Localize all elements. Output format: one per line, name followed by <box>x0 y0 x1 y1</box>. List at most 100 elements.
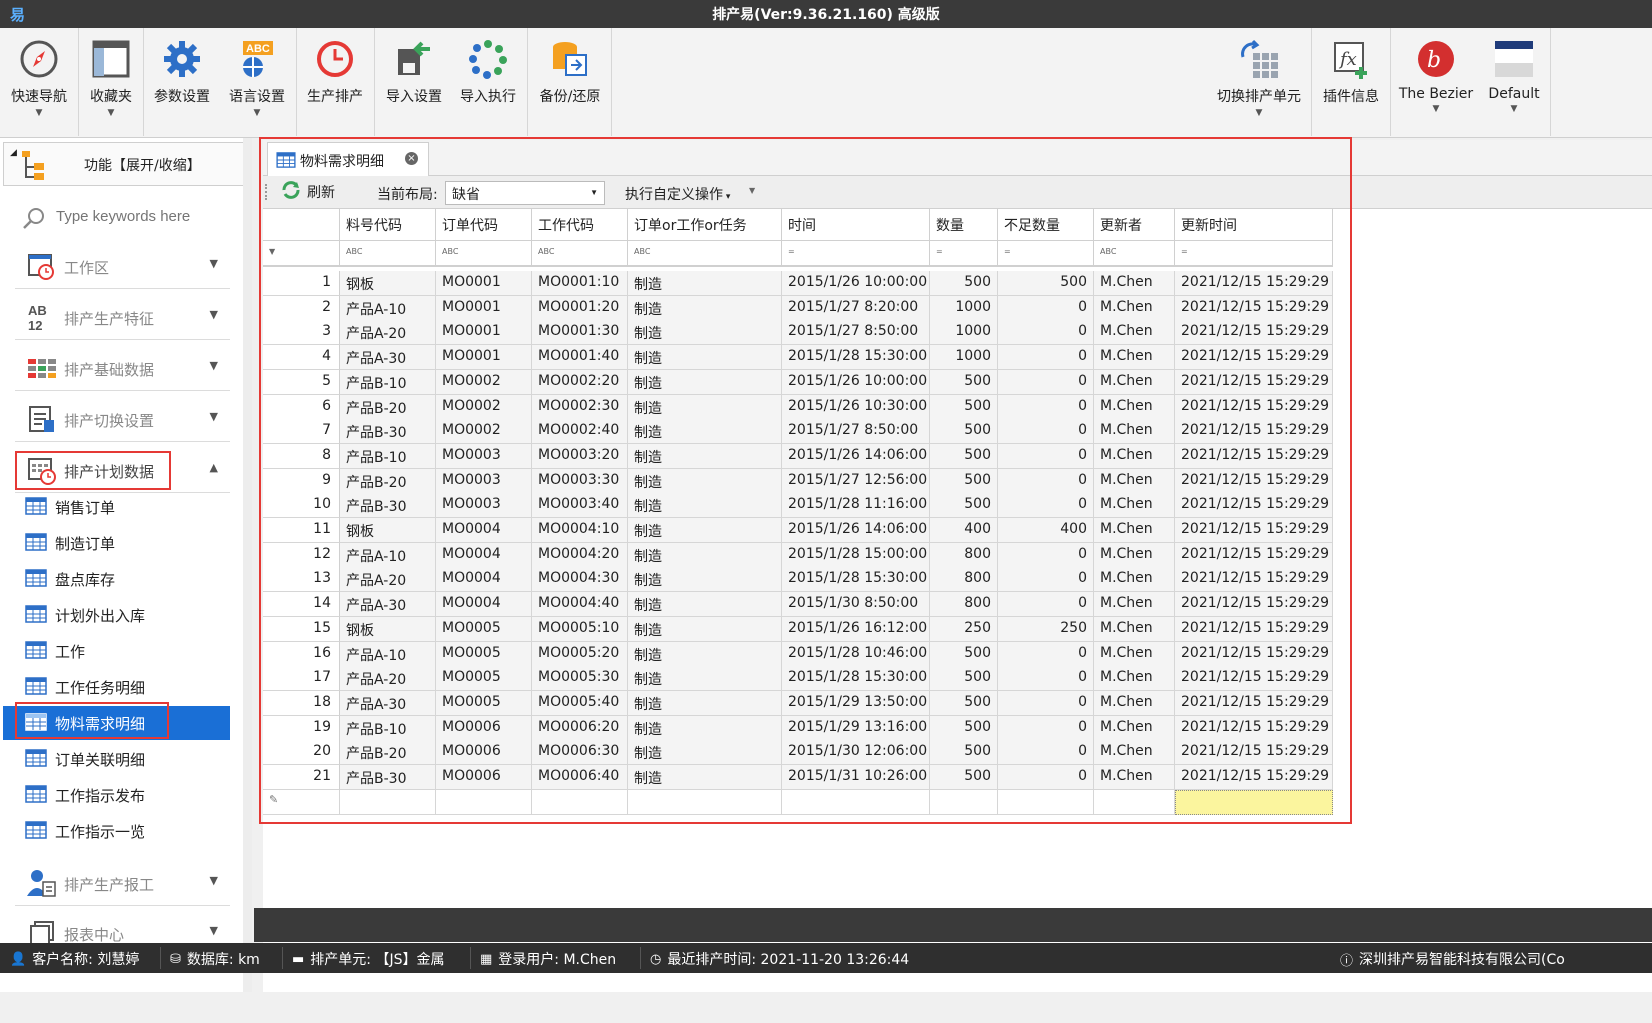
chevron-down-icon: ▼ <box>1255 108 1263 118</box>
search-input[interactable] <box>56 204 236 228</box>
table-icon <box>25 677 47 695</box>
chevron-down-icon: ▼ <box>35 108 43 118</box>
table-icon <box>25 533 47 551</box>
sidebar-item-sales-orders[interactable]: 销售订单 <box>15 490 230 524</box>
table-icon <box>25 713 47 731</box>
sidebar-item-work[interactable]: 工作 <box>15 634 230 668</box>
chevron-down-icon: ▼ <box>107 108 115 118</box>
chevron-down-icon: ▼ <box>253 108 261 118</box>
chevron-down-icon: ▼ <box>209 257 218 270</box>
search-icon <box>22 206 46 234</box>
sidebar-item-work-task-detail[interactable]: 工作任务明细 <box>15 670 230 704</box>
title-bar: 易 排产易(Ver:9.36.21.160) 高级版 <box>0 0 1652 28</box>
sidebar-item-manufacturing-orders[interactable]: 制造订单 <box>15 526 230 560</box>
status-last-schedule: ◷ 最近排产时间: 2021-11-20 13:26:44 <box>650 951 910 969</box>
sidebar-item-unplanned-stock[interactable]: 计划外出入库 <box>15 598 230 632</box>
switch-grid-icon <box>1236 36 1282 82</box>
sidebar-section-production-report[interactable]: 排产生产报工 ▼ <box>15 860 230 906</box>
clipboard-list-icon <box>27 404 57 434</box>
sidebar-item-order-relations[interactable]: 订单关联明细 <box>15 742 230 776</box>
chevron-down-icon: ▼ <box>1432 104 1440 114</box>
sidebar-item-inventory[interactable]: 盘点库存 <box>15 562 230 596</box>
clock-icon: ◷ <box>650 951 662 967</box>
table-icon <box>25 749 47 767</box>
workspace-icon <box>27 251 57 281</box>
grid-user-icon: ▦ <box>480 951 493 967</box>
database-icon: ⛁ <box>170 951 181 967</box>
function-sidebar: ◢ 功能【展开/收缩】 工作区 ▼ AB12 排产生产特征 ▼ 排产基础数据 ▼… <box>0 138 252 992</box>
table-icon <box>25 821 47 839</box>
svg-text:b: b <box>1427 48 1441 73</box>
window-title: 排产易(Ver:9.36.21.160) 高级版 <box>712 7 940 23</box>
chevron-down-icon: ▼ <box>209 308 218 321</box>
theme-swatch-icon <box>1491 36 1537 82</box>
chevron-down-icon: ▼ <box>209 359 218 372</box>
language-abc-icon: ABC <box>234 36 280 82</box>
ribbon: 快速导航 ▼ 收藏夹 ▼ 参数设置 ABC 语言设置 ▼ 生产排产 导入设置 导… <box>0 28 1652 138</box>
svg-text:fx: fx <box>1338 49 1357 70</box>
chevron-down-icon: ▼ <box>1510 104 1518 114</box>
chevron-down-icon: ▼ <box>209 874 218 887</box>
color-grid-icon <box>27 353 57 383</box>
clock-icon <box>312 36 358 82</box>
status-customer: 👤 客户名称: 刘慧婷 <box>10 951 140 969</box>
plugin-info-button[interactable]: fx 插件信息 <box>1314 28 1388 136</box>
quick-nav-button[interactable]: 快速导航 ▼ <box>0 28 78 136</box>
language-button[interactable]: ABC 语言设置 ▼ <box>218 28 296 136</box>
user-icon: 👤 <box>10 951 27 967</box>
ab12-icon: AB 12 <box>27 302 57 333</box>
function-toggle-header[interactable]: ◢ 功能【展开/收缩】 <box>3 142 249 186</box>
sidebar-section-switch-settings[interactable]: 排产切换设置 ▼ <box>15 396 230 442</box>
svg-text:12: 12 <box>28 318 42 332</box>
database-backup-icon <box>547 36 593 82</box>
theme-bezier-button[interactable]: b The Bezier ▼ <box>1393 28 1479 136</box>
info-icon: ⓘ <box>1340 953 1354 969</box>
switch-unit-button[interactable]: 切换排产单元 ▼ <box>1210 28 1308 136</box>
compass-icon <box>16 36 62 82</box>
collapse-triangle-icon: ◢ <box>10 148 17 158</box>
calendar-clock-icon <box>27 455 57 485</box>
chevron-down-icon: ▼ <box>209 410 218 423</box>
function-plugin-icon: fx <box>1328 36 1374 82</box>
sidebar-item-material-demand[interactable]: 物料需求明细 <box>3 706 230 740</box>
chevron-up-icon: ▲ <box>209 461 218 474</box>
sidebar-search[interactable] <box>22 202 236 234</box>
status-company: ⓘ 深圳排产易智能科技有限公司(Co <box>1340 949 1565 969</box>
table-icon <box>25 497 47 515</box>
sidebar-section-plan-data[interactable]: 排产计划数据 ▲ <box>15 447 230 493</box>
schedule-button[interactable]: 生产排产 <box>298 28 372 136</box>
highlight-grid <box>259 137 1352 824</box>
backup-button[interactable]: 备份/还原 <box>530 28 610 136</box>
sidebar-item-work-instruction-list[interactable]: 工作指示一览 <box>15 814 230 848</box>
sidebar-scrollbar[interactable] <box>243 138 252 992</box>
table-icon <box>25 605 47 623</box>
gear-icon <box>159 36 205 82</box>
tree-icon <box>20 149 48 181</box>
status-bar: 👤 客户名称: 刘慧婷 ⛁ 数据库: km ▬ 排产单元: 【JS】金属 ▦ 登录用户:… <box>0 943 1652 973</box>
status-unit: ▬ 排产单元: 【JS】金属 <box>292 951 445 969</box>
import-save-icon <box>391 36 437 82</box>
table-icon <box>25 641 47 659</box>
import-exec-button[interactable]: 导入执行 <box>452 28 524 136</box>
worker-icon <box>27 868 57 898</box>
table-icon <box>25 569 47 587</box>
favorites-window-icon <box>88 36 134 82</box>
svg-text:AB: AB <box>28 303 47 318</box>
bezier-logo-icon: b <box>1413 36 1459 82</box>
table-icon <box>25 785 47 803</box>
params-button[interactable]: 参数设置 <box>146 28 218 136</box>
sidebar-section-features[interactable]: AB 12 排产生产特征 ▼ <box>15 294 230 340</box>
theme-default-button[interactable]: Default ▼ <box>1481 28 1547 136</box>
spinner-icon <box>465 36 511 82</box>
status-database: ⛁ 数据库: km <box>170 951 260 969</box>
import-settings-button[interactable]: 导入设置 <box>378 28 450 136</box>
sidebar-section-workspace[interactable]: 工作区 ▼ <box>15 243 230 289</box>
tag-icon: ▬ <box>292 951 305 967</box>
sidebar-item-work-instruction-publish[interactable]: 工作指示发布 <box>15 778 230 812</box>
svg-text:ABC: ABC <box>246 43 270 55</box>
sidebar-section-basic-data[interactable]: 排产基础数据 ▼ <box>15 345 230 391</box>
favorites-button[interactable]: 收藏夹 ▼ <box>79 28 143 136</box>
chevron-down-icon: ▼ <box>209 924 218 937</box>
status-user: ▦ 登录用户: M.Chen <box>480 951 617 969</box>
horizontal-scrollbar[interactable] <box>254 908 1652 942</box>
